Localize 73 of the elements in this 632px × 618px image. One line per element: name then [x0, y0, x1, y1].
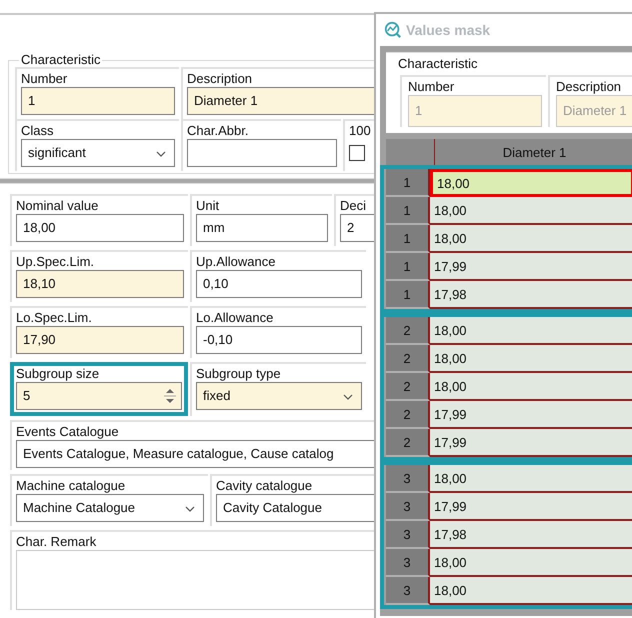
text-field[interactable]: [187, 139, 337, 167]
value-cell[interactable]: 18,00: [430, 197, 632, 225]
field-label: Char. Remark: [16, 534, 98, 550]
field-label: Unit: [196, 198, 220, 214]
value-cell[interactable]: 18,00: [430, 225, 632, 253]
caret-icon: [185, 506, 195, 512]
dropdown[interactable]: fixed: [196, 382, 362, 410]
field-label: Lo.Spec.Lim.: [16, 310, 93, 326]
text-field[interactable]: Cavity Catalogue: [216, 494, 374, 522]
text-field[interactable]: 18,00: [16, 214, 184, 242]
field-label: Nominal value: [16, 198, 100, 214]
field-label: Number: [21, 71, 68, 87]
window-title: Values mask: [406, 22, 490, 38]
value-cell[interactable]: 18,00: [430, 549, 632, 577]
row-header: 2: [386, 401, 430, 429]
row-header: 2: [386, 373, 430, 401]
value-cell[interactable]: 18,00: [430, 373, 632, 401]
text-field[interactable]: 0,10: [196, 270, 362, 298]
text-field[interactable]: Events Catalogue, Measure catalogue, Cause catalog: [16, 440, 374, 468]
text-field[interactable]: mm: [196, 214, 328, 242]
row-header: 3: [386, 493, 430, 521]
field-label: Cavity catalogue: [216, 478, 314, 494]
value-cell[interactable]: 17,99: [430, 493, 632, 521]
text-field[interactable]: 17,90: [16, 326, 184, 354]
field-label: 100: [349, 123, 372, 139]
value-cell[interactable]: 17,99: [430, 253, 632, 281]
checkbox[interactable]: [349, 145, 365, 161]
field-label: Class: [21, 123, 55, 139]
row-header: 3: [386, 521, 430, 549]
row-header: 1: [386, 197, 430, 225]
field-label: Description: [187, 71, 254, 87]
field-label: Char.Abbr.: [187, 123, 250, 139]
text-field[interactable]: 2: [340, 214, 374, 242]
text-field[interactable]: -0,10: [196, 326, 362, 354]
value-cell[interactable]: 18,00: [430, 317, 632, 345]
field-label: Description: [556, 79, 622, 95]
row-header: 1: [386, 225, 430, 253]
field-label: Machine catalogue: [16, 478, 126, 494]
field-label: Lo.Allowance: [196, 310, 274, 326]
caret-icon: [156, 151, 166, 157]
text-field[interactable]: 1: [21, 87, 175, 115]
row-header: 3: [386, 577, 430, 605]
field-label: Deci: [340, 198, 368, 214]
dropdown[interactable]: significant: [21, 139, 175, 167]
caret-icon: [343, 394, 353, 400]
column-header: Diameter 1: [502, 144, 568, 162]
value-cell[interactable]: 17,99: [430, 401, 632, 429]
row-header: 1: [386, 281, 430, 309]
number-spinner[interactable]: 5: [16, 382, 182, 410]
row-header: 2: [386, 429, 430, 457]
field-label: Events Catalogue: [16, 424, 120, 440]
magnifier-chart-icon: [384, 21, 402, 39]
row-header: 3: [386, 549, 430, 577]
text-field[interactable]: Diameter 1: [187, 87, 374, 115]
text-field[interactable]: 18,10: [16, 270, 184, 298]
row-header: 1: [386, 253, 430, 281]
row-header: 2: [386, 345, 430, 373]
field-label: Subgroup size: [16, 366, 100, 382]
field-label: Up.Allowance: [196, 254, 276, 270]
dropdown[interactable]: Machine Catalogue: [16, 494, 204, 522]
field-label: Subgroup type: [196, 366, 282, 382]
value-cell[interactable]: 18,00: [430, 577, 632, 605]
row-header: 2: [386, 317, 430, 345]
value-cell[interactable]: 18,00: [430, 345, 632, 373]
value-cell[interactable]: 17,99: [430, 429, 632, 457]
value-cell[interactable]: 17,98: [430, 521, 632, 549]
field-label: Up.Spec.Lim.: [16, 254, 96, 270]
value-cell[interactable]: 18,00: [430, 169, 632, 197]
field-label: Number: [408, 79, 456, 95]
row-header: 1: [386, 169, 430, 197]
value-cell[interactable]: 17,98: [430, 281, 632, 309]
row-header: 3: [386, 465, 430, 493]
value-cell[interactable]: 18,00: [430, 465, 632, 493]
